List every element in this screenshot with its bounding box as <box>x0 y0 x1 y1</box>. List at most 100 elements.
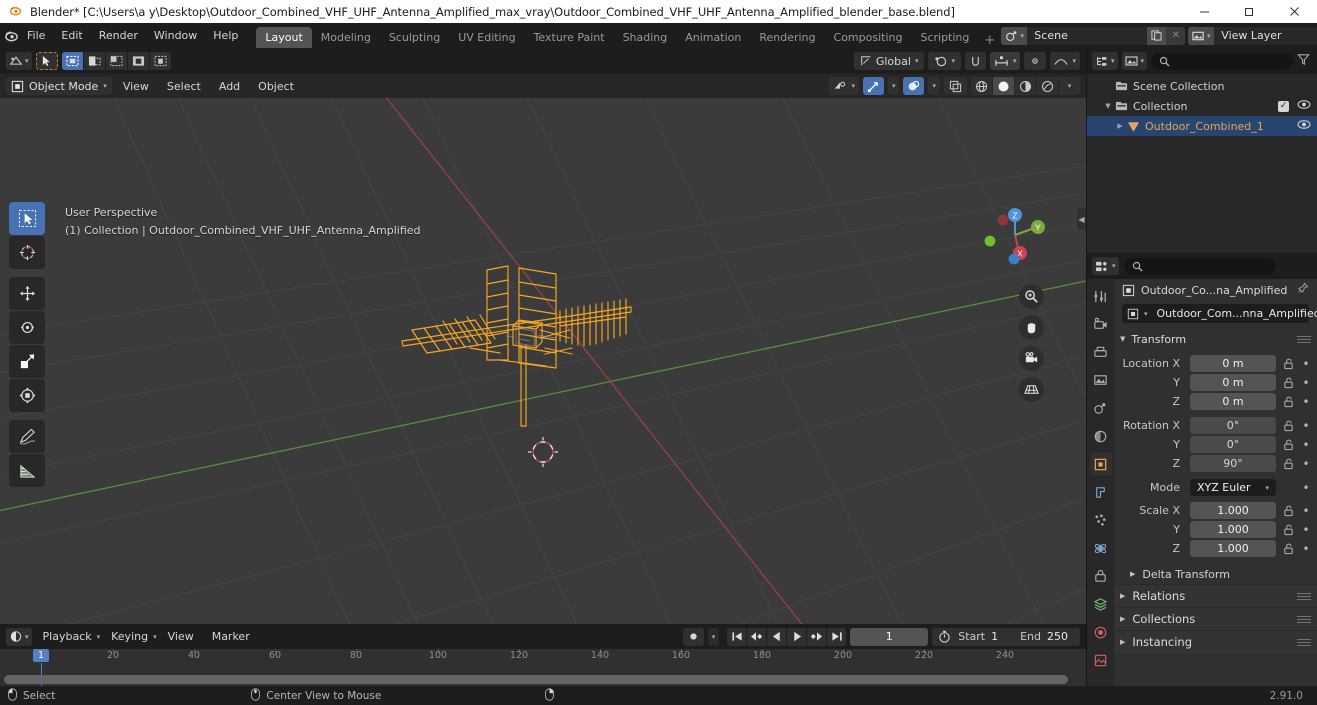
menu-view[interactable]: View <box>116 78 156 95</box>
scene-name[interactable]: Scene <box>1027 26 1148 45</box>
mode-selector[interactable]: Object Mode ▾ <box>6 77 112 95</box>
animate-dot-icon[interactable]: • <box>1300 419 1312 433</box>
tab-compositing[interactable]: Compositing <box>825 27 912 48</box>
transform-panel-header[interactable]: ▼ Transform <box>1114 329 1317 349</box>
outliner-row-collection[interactable]: ▼ Collection ✓ <box>1087 96 1317 116</box>
subtract-selection-button[interactable] <box>105 52 127 70</box>
collection-expand-arrow[interactable]: ▼ <box>1101 102 1115 110</box>
tab-world-icon[interactable] <box>1090 425 1112 447</box>
timeline-menu-playback[interactable]: Playback <box>36 628 99 645</box>
auto-keying-toggle[interactable] <box>682 627 704 646</box>
lock-icon[interactable] <box>1280 524 1296 536</box>
view-layer-name[interactable]: View Layer <box>1214 26 1317 45</box>
proportional-editing-toggle[interactable] <box>1024 52 1047 70</box>
menu-window[interactable]: Window <box>146 26 205 45</box>
lock-icon[interactable] <box>1280 543 1296 555</box>
tab-sculpting[interactable]: Sculpting <box>380 27 449 48</box>
tab-texture-paint[interactable]: Texture Paint <box>525 27 614 48</box>
eye-icon[interactable] <box>1297 99 1311 113</box>
3d-viewport[interactable]: User Perspective (1) Collection | Outdoo… <box>0 98 1086 624</box>
collections-panel[interactable]: ▶ Collections <box>1114 607 1317 630</box>
jump-to-end-button[interactable] <box>827 627 847 646</box>
sidebar-toggle-arrow[interactable]: ◀ <box>1077 208 1086 230</box>
tab-uv-editing[interactable]: UV Editing <box>449 27 524 48</box>
jump-to-start-button[interactable] <box>727 627 747 646</box>
tab-tool-icon[interactable] <box>1090 285 1112 307</box>
new-scene-button[interactable] <box>1147 26 1167 45</box>
scene-selector[interactable]: ▾ Scene ✕ <box>1001 26 1186 45</box>
timeline-scrollbar[interactable] <box>4 675 1068 684</box>
collection-checkbox[interactable]: ✓ <box>1278 100 1289 112</box>
cursor-tool[interactable] <box>9 236 45 269</box>
timeline-menu-view[interactable]: View <box>161 628 201 645</box>
properties-search-input[interactable] <box>1123 257 1276 275</box>
animate-dot-icon[interactable]: • <box>1300 357 1312 371</box>
navigation-gizmo[interactable]: Z Y X <box>984 204 1048 268</box>
outliner-row-object[interactable]: ▶ Outdoor_Combined_1 <box>1087 116 1317 136</box>
tab-data-icon[interactable] <box>1090 593 1112 615</box>
menu-help[interactable]: Help <box>205 26 246 45</box>
delta-transform-subpanel[interactable]: ▶ Delta Transform <box>1114 564 1317 584</box>
tab-animation[interactable]: Animation <box>676 27 750 48</box>
tab-material-icon[interactable] <box>1090 621 1112 643</box>
pin-icon[interactable] <box>1296 282 1309 298</box>
proportional-falloff-selector[interactable]: ▾ <box>1050 52 1080 70</box>
maximize-button[interactable] <box>1227 0 1272 23</box>
outliner-row-scene-collection[interactable]: Scene Collection <box>1087 76 1317 96</box>
tab-shading[interactable]: Shading <box>614 27 677 48</box>
menu-add[interactable]: Add <box>212 78 247 95</box>
menu-select[interactable]: Select <box>160 78 208 95</box>
zoom-icon[interactable] <box>1019 284 1044 309</box>
tab-scripting[interactable]: Scripting <box>911 27 978 48</box>
grid-ortho-icon[interactable] <box>1019 377 1044 402</box>
tab-constraints-icon[interactable] <box>1090 565 1112 587</box>
lock-icon[interactable] <box>1280 358 1296 370</box>
transform-tool[interactable] <box>9 379 45 412</box>
lock-icon[interactable] <box>1280 458 1296 470</box>
timeline-menu-marker[interactable]: Marker <box>205 628 257 645</box>
animate-dot-icon[interactable]: • <box>1300 457 1312 471</box>
filter-icon[interactable] <box>1297 53 1312 69</box>
view-layer-selector[interactable]: ▾ View Layer ✕ <box>1188 26 1317 45</box>
scale-y-field[interactable]: 1.000 <box>1190 521 1276 538</box>
current-frame-field[interactable]: 1 <box>850 627 929 646</box>
annotate-tool[interactable] <box>9 420 45 453</box>
pan-hand-icon[interactable] <box>1019 315 1044 340</box>
end-frame-value[interactable]: 250 <box>1047 630 1080 643</box>
solid-shading-button[interactable] <box>993 77 1014 95</box>
object-visibility-selector[interactable]: ▾ <box>829 77 859 95</box>
camera-icon[interactable] <box>1019 346 1044 371</box>
editor-type-selector[interactable]: ▾ <box>6 52 32 70</box>
add-workspace-button[interactable]: + <box>978 33 1001 48</box>
frame-range-group[interactable]: Start 1 End 250 <box>932 627 1080 646</box>
tab-particles-icon[interactable] <box>1090 509 1112 531</box>
extend-selection-button[interactable] <box>83 52 105 70</box>
tweak-select-tool[interactable] <box>9 202 45 235</box>
invert-selection-button[interactable] <box>127 52 149 70</box>
tab-modeling[interactable]: Modeling <box>312 27 380 48</box>
gizmo-toggle[interactable] <box>862 77 884 95</box>
previous-keyframe-button[interactable] <box>747 627 767 646</box>
next-keyframe-button[interactable] <box>807 627 827 646</box>
timeline-playhead[interactable]: 1 <box>32 649 50 662</box>
scale-tool[interactable] <box>9 345 45 378</box>
pivot-point-selector[interactable]: ▾ <box>928 52 961 70</box>
animate-dot-icon[interactable]: • <box>1300 438 1312 452</box>
eye-icon[interactable] <box>1297 119 1311 133</box>
relations-panel[interactable]: ▶ Relations <box>1114 584 1317 607</box>
material-preview-button[interactable] <box>1015 77 1036 95</box>
outliner-display-mode[interactable]: ▾ <box>1121 52 1148 70</box>
menu-render[interactable]: Render <box>91 26 146 45</box>
lock-icon[interactable] <box>1280 377 1296 389</box>
rendered-shading-button[interactable] <box>1037 77 1058 95</box>
animate-dot-icon[interactable]: • <box>1300 376 1312 390</box>
outliner-editor-type[interactable]: ▾ <box>1092 52 1118 70</box>
play-reverse-button[interactable] <box>767 627 787 646</box>
rotation-x-field[interactable]: 0° <box>1190 417 1276 434</box>
location-y-field[interactable]: 0 m <box>1190 374 1276 391</box>
menu-edit[interactable]: Edit <box>53 26 90 45</box>
instancing-panel[interactable]: ▶ Instancing <box>1114 630 1317 653</box>
tab-scene-icon[interactable] <box>1090 397 1112 419</box>
lock-icon[interactable] <box>1280 505 1296 517</box>
rotate-tool[interactable] <box>9 311 45 344</box>
